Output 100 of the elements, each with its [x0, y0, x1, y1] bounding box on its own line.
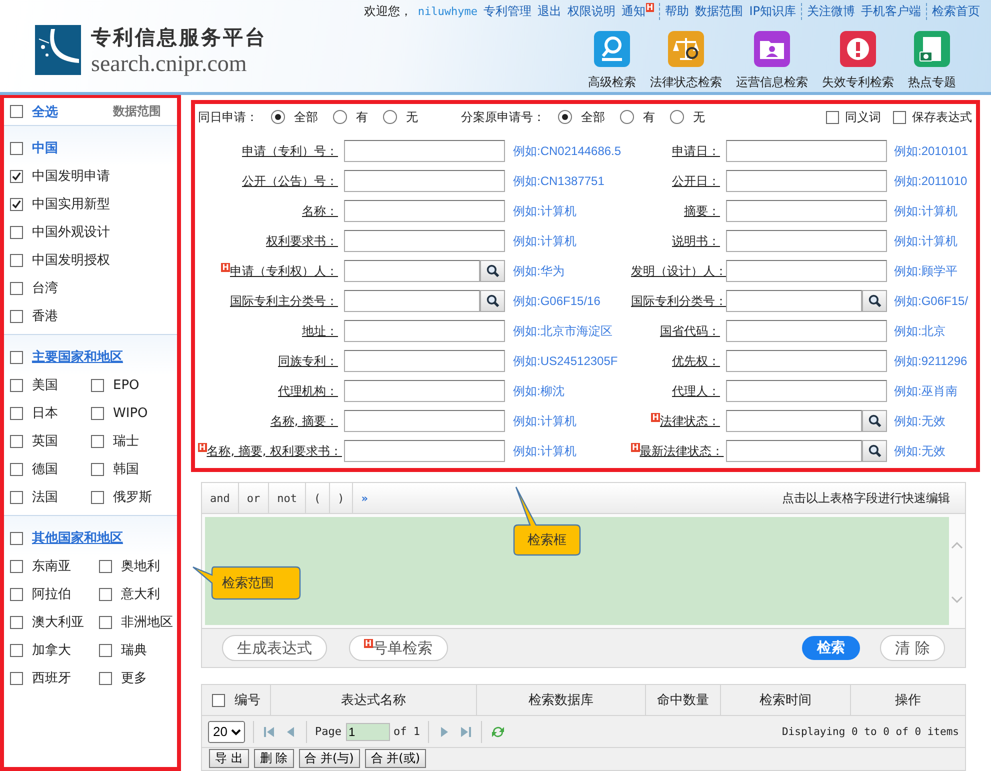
top-link[interactable]: IP知识库 — [749, 2, 796, 20]
table-action-button[interactable]: 导 出 — [209, 749, 249, 768]
input-field[interactable] — [344, 230, 505, 252]
checkbox[interactable] — [99, 672, 112, 684]
checkbox[interactable] — [91, 490, 104, 504]
input-field[interactable] — [726, 140, 887, 162]
input-field[interactable] — [344, 440, 505, 462]
radio-button[interactable] — [333, 110, 347, 124]
lookup-button[interactable] — [862, 410, 887, 432]
table-action-button[interactable]: 合 并(或) — [364, 749, 426, 768]
checkbox[interactable] — [10, 254, 23, 266]
checkbox[interactable] — [212, 694, 224, 706]
top-link[interactable]: 通知 — [622, 2, 646, 20]
input-field[interactable] — [726, 320, 887, 342]
checkbox[interactable] — [10, 170, 23, 182]
operator-button[interactable]: not — [269, 483, 306, 513]
checkbox[interactable] — [91, 378, 104, 392]
checkbox[interactable] — [91, 406, 104, 420]
group-title-link[interactable]: 其他国家和地区 — [32, 529, 123, 547]
checkbox[interactable] — [10, 490, 23, 504]
operator-button[interactable]: or — [238, 483, 270, 513]
checkbox[interactable] — [99, 616, 112, 628]
input-field[interactable] — [726, 170, 887, 192]
checkbox[interactable] — [893, 110, 906, 124]
checkbox[interactable] — [10, 616, 23, 628]
tool-button[interactable]: 法律状态检索 — [645, 31, 727, 91]
checkbox[interactable] — [10, 462, 23, 476]
top-link[interactable]: 数据范围 — [695, 2, 744, 20]
input-field[interactable] — [726, 350, 887, 372]
checkbox[interactable] — [10, 588, 23, 600]
checkbox[interactable] — [10, 532, 23, 544]
checkbox[interactable] — [10, 226, 23, 238]
tool-button[interactable]: 运营信息检索 — [731, 31, 813, 91]
checkbox[interactable] — [91, 434, 104, 448]
input-field[interactable] — [726, 260, 887, 282]
top-link[interactable]: 手机客户端 — [861, 2, 921, 20]
checkbox[interactable] — [10, 560, 23, 572]
top-link[interactable]: 权限说明 — [568, 2, 616, 20]
checkbox[interactable] — [10, 406, 23, 420]
input-field[interactable] — [344, 260, 480, 282]
operator-button[interactable]: » — [353, 483, 376, 513]
input-field[interactable] — [344, 380, 505, 402]
checkbox[interactable] — [10, 105, 23, 118]
group-title-link[interactable]: 主要国家和地区 — [32, 348, 123, 366]
top-link[interactable]: 检索首页 — [932, 2, 980, 20]
input-field[interactable] — [726, 410, 862, 432]
operator-button[interactable]: and — [202, 483, 239, 513]
action-button[interactable]: 检索 — [802, 636, 860, 660]
page-input[interactable]: 1 — [346, 722, 390, 740]
input-field[interactable] — [726, 380, 887, 402]
radio-button[interactable] — [383, 110, 397, 124]
lookup-button[interactable] — [480, 290, 505, 312]
operator-button[interactable]: ) — [330, 483, 354, 513]
input-field[interactable] — [344, 410, 505, 432]
input-field[interactable] — [344, 140, 505, 162]
lookup-button[interactable] — [862, 440, 887, 462]
checkbox[interactable] — [10, 350, 23, 364]
input-field[interactable] — [344, 170, 505, 192]
checkbox[interactable] — [10, 378, 23, 392]
action-button[interactable]: 生成表达式 — [222, 635, 327, 661]
checkbox[interactable] — [10, 672, 23, 684]
checkbox[interactable] — [99, 588, 112, 600]
checkbox[interactable] — [10, 434, 23, 448]
radio-button[interactable] — [670, 110, 684, 124]
lookup-button[interactable] — [862, 290, 887, 312]
top-link[interactable]: 帮助 — [665, 2, 690, 20]
input-field[interactable] — [344, 350, 505, 372]
top-link[interactable]: 退出 — [538, 2, 562, 20]
input-field[interactable] — [726, 200, 887, 222]
input-field[interactable] — [344, 320, 505, 342]
checkbox[interactable] — [10, 644, 23, 656]
checkbox[interactable] — [10, 282, 23, 294]
checkbox[interactable] — [826, 110, 839, 124]
checkbox[interactable] — [10, 142, 23, 154]
input-field[interactable] — [726, 290, 862, 312]
radio-button[interactable] — [271, 110, 285, 124]
tool-button[interactable]: 热点专题 — [903, 31, 961, 91]
checkbox[interactable] — [91, 462, 104, 476]
checkbox[interactable] — [99, 560, 112, 572]
tool-button[interactable]: 高级检索 — [583, 31, 641, 91]
select-all-link[interactable]: 全选 — [32, 102, 58, 120]
input-field[interactable] — [726, 230, 887, 252]
table-action-button[interactable]: 删 除 — [254, 749, 294, 768]
group-title-link[interactable]: 中国 — [32, 139, 58, 157]
page-size-select[interactable]: 20 — [208, 720, 245, 742]
expression-input[interactable] — [205, 517, 949, 625]
action-button[interactable]: 清 除 — [880, 635, 945, 661]
checkbox[interactable] — [99, 644, 112, 656]
tool-button[interactable]: 失效专利检索 — [817, 31, 899, 91]
table-action-button[interactable]: 合 并(与) — [298, 749, 360, 768]
input-field[interactable] — [726, 440, 862, 462]
input-field[interactable] — [344, 200, 505, 222]
checkbox[interactable] — [10, 198, 23, 210]
operator-button[interactable]: ( — [306, 483, 330, 513]
top-link[interactable]: 关注微博 — [807, 2, 855, 20]
lookup-button[interactable] — [480, 260, 505, 282]
radio-button[interactable] — [558, 110, 572, 124]
radio-button[interactable] — [620, 110, 634, 124]
top-link[interactable]: 专利管理 — [484, 2, 532, 20]
input-field[interactable] — [344, 290, 480, 312]
